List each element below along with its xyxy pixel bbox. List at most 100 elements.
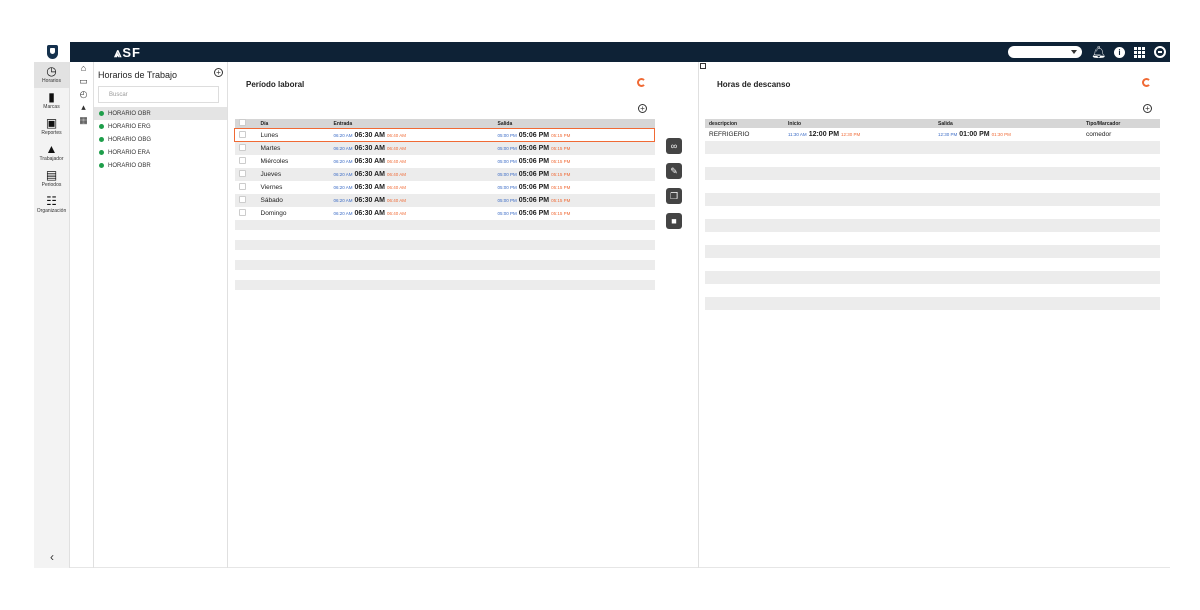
entrada-time: 06:30 AM bbox=[354, 144, 385, 152]
building-icon[interactable]: ⌂ bbox=[74, 62, 93, 75]
row-checkbox[interactable] bbox=[234, 193, 257, 207]
table-row[interactable]: Domingo 06:20 AM 06:30 AM 06:40 AM 05:00 PM 0… bbox=[235, 207, 655, 220]
table-row[interactable]: Jueves 06:20 AM 06:30 AM 06:40 AM 05:00 PM 05… bbox=[234, 167, 655, 181]
select-all-checkbox[interactable] bbox=[234, 119, 257, 129]
list-item[interactable]: HORARIO OBR bbox=[94, 107, 227, 120]
entrada-after: 06:40 AM bbox=[387, 132, 407, 138]
salida-after: 05:15 PM bbox=[551, 210, 571, 216]
refresh-icon[interactable] bbox=[1142, 78, 1151, 87]
expand-icon[interactable] bbox=[700, 63, 706, 69]
nav-item-marcas[interactable]: ▮ Marcas bbox=[34, 88, 69, 114]
collapse-nav-button[interactable]: ‹ bbox=[34, 550, 70, 564]
bell-icon[interactable]: 🔔︎ bbox=[1091, 45, 1106, 59]
row-checkbox[interactable] bbox=[234, 141, 257, 155]
table-row[interactable]: Sábado 06:20 AM 06:30 AM 06:40 AM 05:00 PM 05… bbox=[234, 193, 655, 207]
add-day-button[interactable]: + bbox=[638, 104, 647, 113]
table-header: descripcion Inicio Salida Tipo/Marcador bbox=[705, 119, 1160, 128]
row-checkbox[interactable] bbox=[235, 155, 257, 168]
salida-time: 05:06 PM bbox=[518, 196, 550, 204]
salida-cell: 12:30 PM 01:00 PM 01:30 PM bbox=[934, 128, 1082, 141]
salida-cell: 05:00 PM 05:06 PM 05:15 PM bbox=[494, 155, 655, 168]
copy-icon[interactable]: ❐ bbox=[666, 188, 682, 204]
salida-time: 05:06 PM bbox=[518, 144, 550, 152]
empty-row bbox=[235, 250, 655, 260]
salida-after: 05:15 PM bbox=[551, 171, 571, 177]
salida-before: 05:00 PM bbox=[497, 210, 517, 216]
column-header: Salida bbox=[934, 119, 1082, 128]
row-checkbox[interactable] bbox=[234, 167, 257, 181]
nav-item-horarios[interactable]: ◷ Horarios bbox=[34, 62, 69, 88]
link-icon[interactable]: ∞ bbox=[666, 138, 682, 154]
trash-icon[interactable]: ■ bbox=[666, 213, 682, 229]
entrada-after: 06:40 AM bbox=[387, 145, 407, 151]
entrada-after: 06:40 AM bbox=[387, 184, 407, 190]
user-icon[interactable] bbox=[1154, 46, 1166, 58]
row-checkbox[interactable] bbox=[234, 128, 257, 142]
list-item[interactable]: HORARIO ERG bbox=[94, 120, 227, 133]
brand-area[interactable] bbox=[34, 42, 70, 62]
entrada-time: 06:30 AM bbox=[354, 157, 385, 165]
add-break-button[interactable]: + bbox=[1143, 104, 1152, 113]
descanso-table: descripcion Inicio Salida Tipo/Marcador … bbox=[705, 119, 1160, 323]
monitor-icon[interactable]: ▭ bbox=[74, 75, 93, 88]
action-toolbar: ∞ ✎ ❐ ■ bbox=[666, 138, 682, 238]
refresh-icon[interactable] bbox=[637, 78, 646, 87]
entrada-time: 06:30 AM bbox=[354, 170, 385, 178]
list-item[interactable]: HORARIO ERA bbox=[94, 146, 227, 159]
day-cell: Lunes bbox=[256, 128, 330, 142]
list-item[interactable]: HORARIO OBR bbox=[94, 159, 227, 172]
inicio-time: 12:00 PM bbox=[808, 131, 840, 138]
table-row[interactable]: Viernes 06:20 AM 06:30 AM 06:40 AM 05:00 PM 0… bbox=[235, 181, 655, 194]
status-dot bbox=[99, 111, 104, 116]
empty-row bbox=[705, 232, 1160, 245]
list-item-label: HORARIO OBR bbox=[108, 110, 151, 117]
search-input[interactable]: Buscar bbox=[98, 86, 219, 103]
salida-before: 05:00 PM bbox=[497, 158, 517, 164]
clock-plus-icon: ◷ bbox=[46, 64, 57, 78]
salida-cell: 05:00 PM 05:06 PM 05:15 PM bbox=[494, 181, 655, 194]
inicio-cell: 11:30 AM 12:00 PM 12:30 PM bbox=[784, 128, 934, 141]
nav-item-organizacion[interactable]: ☷ Organización bbox=[34, 192, 69, 218]
salida-time: 05:06 PM bbox=[518, 209, 550, 217]
column-header: Inicio bbox=[784, 119, 934, 128]
row-checkbox[interactable] bbox=[235, 181, 257, 194]
entrada-cell: 06:20 AM 06:30 AM 06:40 AM bbox=[329, 167, 494, 181]
nav-item-trabajador[interactable]: ▲ Trabajador bbox=[34, 140, 69, 166]
info-icon[interactable]: i bbox=[1114, 46, 1125, 58]
salida-after: 05:15 PM bbox=[551, 132, 571, 138]
nav-item-reportes[interactable]: ▣ Reportes bbox=[34, 114, 69, 140]
empty-row bbox=[705, 167, 1160, 180]
left-nav: ◷ Horarios ▮ Marcas ▣ Reportes ▲ Trabaja… bbox=[34, 62, 70, 568]
salida-after: 05:15 PM bbox=[551, 158, 571, 164]
grid-icon[interactable] bbox=[1134, 46, 1145, 58]
descanso-title: Horas de descanso bbox=[717, 80, 791, 89]
entrada-before: 06:20 AM bbox=[333, 132, 353, 138]
list-item[interactable]: HORARIO OBG bbox=[94, 133, 227, 146]
calendar-icon[interactable]: ▦ bbox=[74, 114, 93, 127]
empty-row bbox=[234, 219, 655, 230]
entrada-before: 06:20 AM bbox=[333, 210, 353, 216]
entrada-before: 06:20 AM bbox=[333, 158, 353, 164]
nav-label: Reportes bbox=[41, 130, 62, 136]
nav-item-periodos[interactable]: ▤ Periodos bbox=[34, 166, 69, 192]
person-icon[interactable]: ▴ bbox=[74, 101, 93, 114]
salida-cell: 05:00 PM 05:06 PM 05:15 PM bbox=[493, 193, 655, 207]
table-row[interactable]: Martes 06:20 AM 06:30 AM 06:40 AM 05:00 PM 05… bbox=[234, 141, 655, 155]
entrada-before: 06:20 AM bbox=[333, 184, 353, 190]
status-dot bbox=[99, 124, 104, 129]
company-select[interactable] bbox=[1008, 46, 1082, 58]
salida-before: 05:00 PM bbox=[497, 171, 517, 177]
salida-time: 05:06 PM bbox=[518, 183, 550, 191]
edit-icon[interactable]: ✎ bbox=[666, 163, 682, 179]
empty-row bbox=[235, 270, 655, 280]
table-row[interactable]: Miércoles 06:20 AM 06:30 AM 06:40 AM 05:00 P… bbox=[235, 155, 655, 168]
clock-icon[interactable]: ◴ bbox=[74, 88, 93, 101]
add-schedule-button[interactable]: + bbox=[214, 68, 223, 77]
table-row[interactable]: REFRIGERIO 11:30 AM 12:00 PM 12:30 PM 12:30 … bbox=[705, 128, 1160, 141]
row-checkbox[interactable] bbox=[235, 207, 257, 220]
day-cell: Viernes bbox=[260, 183, 283, 191]
nav-label: Horarios bbox=[42, 78, 61, 84]
entrada-cell: 06:20 AM 06:30 AM 06:40 AM bbox=[329, 128, 494, 142]
org-icon: ☷ bbox=[46, 194, 57, 208]
table-row[interactable]: Lunes 06:20 AM 06:30 AM 06:40 AM 05:00 PM 05:… bbox=[234, 128, 655, 142]
